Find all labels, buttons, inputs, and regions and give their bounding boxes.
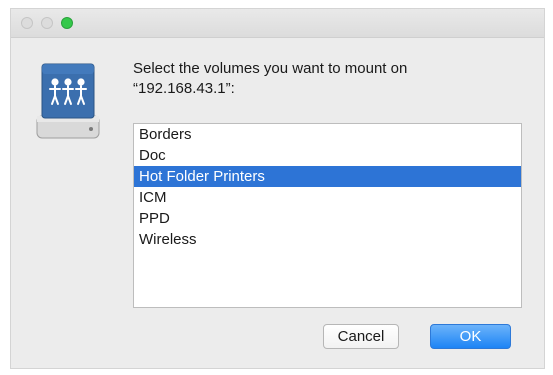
volume-item-doc[interactable]: Doc [134, 145, 521, 166]
volume-item-ppd[interactable]: PPD [134, 208, 521, 229]
volume-item-hot-folder-printers[interactable]: Hot Folder Printers [134, 166, 521, 187]
prompt-line-1: Select the volumes you want to mount on [133, 60, 408, 77]
minimize-window-button[interactable] [41, 17, 53, 29]
volume-item-icm[interactable]: ICM [134, 187, 521, 208]
network-volume-drive-icon [36, 63, 100, 139]
prompt-line-2: “192.168.43.1”: [133, 80, 235, 97]
volume-item-wireless[interactable]: Wireless [134, 229, 521, 250]
title-bar[interactable] [11, 9, 544, 38]
ok-button[interactable]: OK [430, 324, 511, 349]
mount-prompt-text: Select the volumes you want to mount on … [133, 59, 513, 99]
zoom-window-button[interactable] [61, 17, 73, 29]
volume-item-borders[interactable]: Borders [134, 124, 521, 145]
cancel-button[interactable]: Cancel [323, 324, 399, 349]
volume-list[interactable]: Borders Doc Hot Folder Printers ICM PPD … [133, 123, 522, 308]
close-window-button[interactable] [21, 17, 33, 29]
